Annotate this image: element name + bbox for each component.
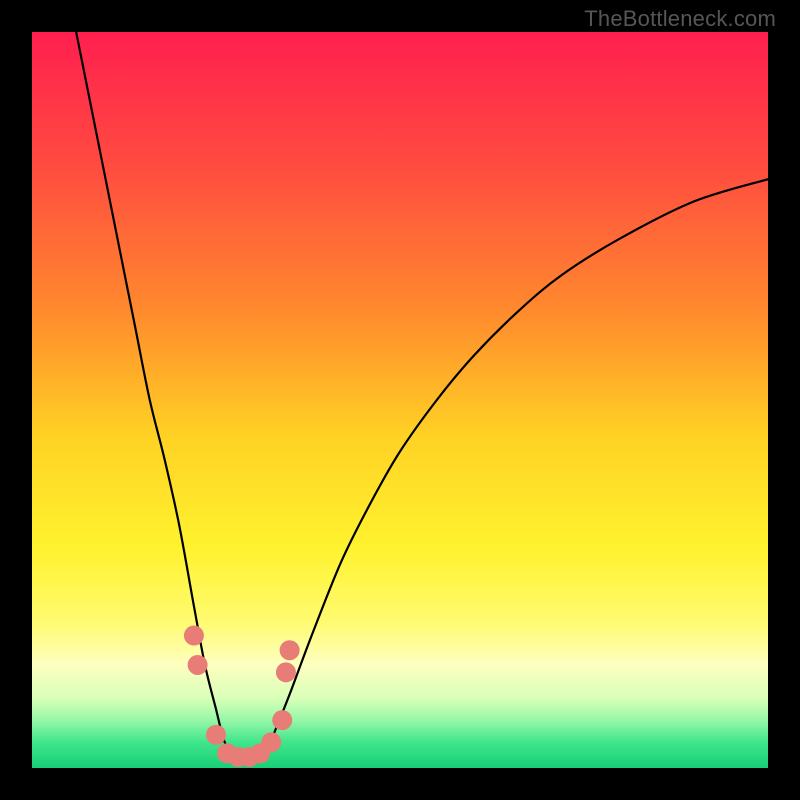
marker-dot xyxy=(184,626,204,646)
marker-dot xyxy=(272,710,292,730)
marker-dot xyxy=(280,640,300,660)
watermark-text: TheBottleneck.com xyxy=(584,6,776,32)
marker-dot xyxy=(206,725,226,745)
gradient-background xyxy=(32,32,768,768)
chart-frame: TheBottleneck.com xyxy=(0,0,800,800)
marker-dot xyxy=(188,655,208,675)
marker-dot xyxy=(261,732,281,752)
plot-svg xyxy=(32,32,768,768)
plot-area xyxy=(32,32,768,768)
marker-dot xyxy=(276,662,296,682)
